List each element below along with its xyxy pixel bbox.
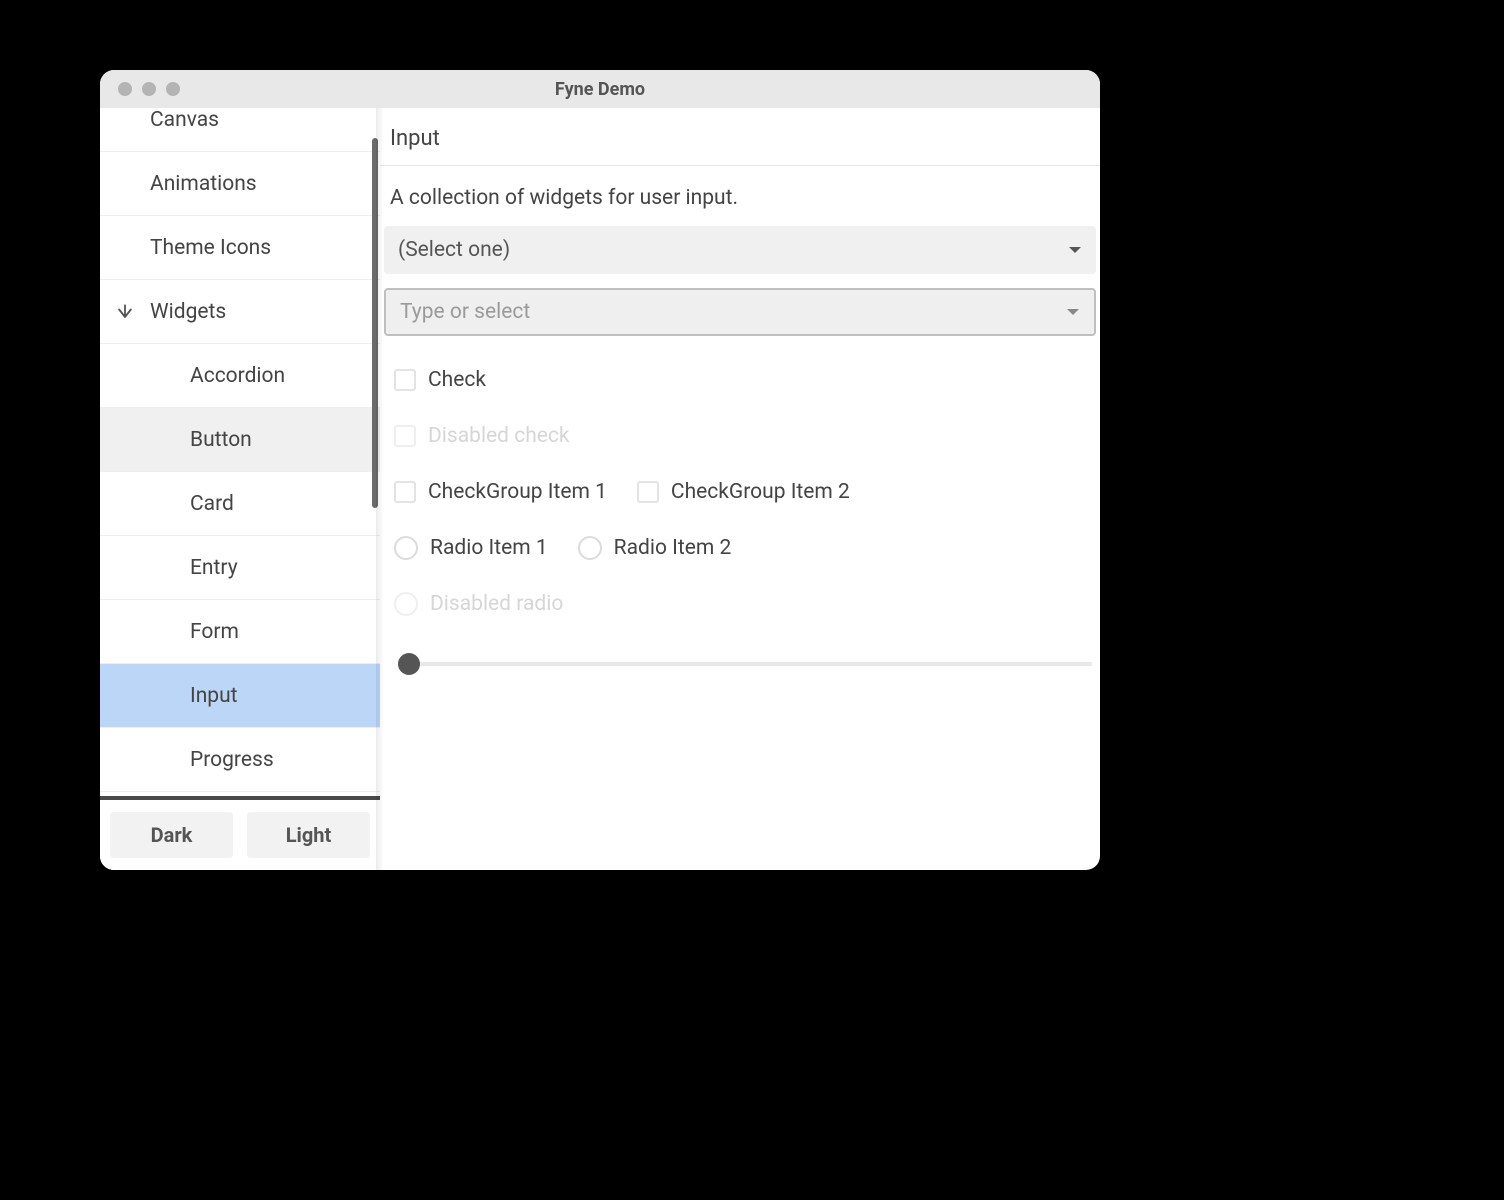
check-label: Check	[428, 368, 486, 392]
sidebar-item-label: Button	[190, 428, 252, 452]
main-panel: Input A collection of widgets for user i…	[380, 108, 1100, 870]
titlebar[interactable]: Fyne Demo	[100, 70, 1100, 108]
window-title: Fyne Demo	[100, 79, 1100, 100]
sidebar-item-label: Canvas	[150, 108, 219, 132]
checkgroup-row: CheckGroup Item 1 CheckGroup Item 2	[394, 480, 1096, 504]
sidebar-item-label: Card	[190, 492, 234, 516]
close-icon[interactable]	[118, 82, 132, 96]
sidebar-item-label: Entry	[190, 556, 238, 580]
radio-icon[interactable]	[394, 536, 418, 560]
radio-icon	[394, 592, 418, 616]
radio-label: Radio Item 2	[614, 536, 732, 560]
combo-placeholder: Type or select	[400, 300, 530, 324]
radio-icon[interactable]	[578, 536, 602, 560]
slider-track[interactable]	[398, 662, 1092, 666]
slider-thumb[interactable]	[398, 653, 420, 675]
dark-theme-button[interactable]: Dark	[110, 812, 233, 858]
theme-buttons: Dark Light	[100, 800, 380, 870]
check-row: Check	[394, 368, 1096, 392]
caret-down-icon[interactable]	[1066, 307, 1080, 317]
sidebar-item-label: Input	[190, 684, 238, 708]
radio-item-2[interactable]: Radio Item 2	[578, 536, 732, 560]
sidebar-item-label: Theme Icons	[150, 236, 271, 260]
radio-label: Radio Item 1	[430, 536, 548, 560]
checkbox-icon[interactable]	[394, 369, 416, 391]
sidebar-item-form[interactable]: Form	[100, 600, 380, 664]
disabled-check-row: Disabled check	[394, 424, 1096, 448]
sidebar-item-label: Widgets	[150, 300, 226, 324]
sidebar-list: Canvas Animations Theme Icons Widgets	[100, 108, 380, 792]
check-item[interactable]: Check	[394, 368, 486, 392]
window-body: Canvas Animations Theme Icons Widgets	[100, 108, 1100, 870]
sidebar-item-accordion[interactable]: Accordion	[100, 344, 380, 408]
main-header: Input	[380, 108, 1100, 166]
traffic-lights	[100, 82, 180, 96]
sidebar-scroll[interactable]: Canvas Animations Theme Icons Widgets	[100, 108, 380, 796]
sidebar-item-animations[interactable]: Animations	[100, 152, 380, 216]
disabled-radio-item: Disabled radio	[394, 592, 563, 616]
maximize-icon[interactable]	[166, 82, 180, 96]
button-label: Dark	[151, 823, 193, 847]
checkbox-icon[interactable]	[394, 481, 416, 503]
page-description: A collection of widgets for user input.	[380, 166, 1100, 226]
caret-down-icon	[1068, 245, 1082, 255]
sidebar-item-label: Animations	[150, 172, 257, 196]
sidebar-item-progress[interactable]: Progress	[100, 728, 380, 792]
sidebar-item-button[interactable]: Button	[100, 408, 380, 472]
checkbox-icon	[394, 425, 416, 447]
panel-separator	[376, 108, 384, 870]
page-title: Input	[390, 126, 1090, 151]
sidebar-item-input[interactable]: Input	[100, 664, 380, 728]
select-entry-combo[interactable]: Type or select	[384, 288, 1096, 336]
sidebar-item-widgets[interactable]: Widgets	[100, 280, 380, 344]
checkbox-icon[interactable]	[637, 481, 659, 503]
button-label: Light	[286, 823, 332, 847]
check-label: CheckGroup Item 1	[428, 480, 607, 504]
sidebar-item-label: Form	[190, 620, 239, 644]
light-theme-button[interactable]: Light	[247, 812, 370, 858]
checkgroup-item-2[interactable]: CheckGroup Item 2	[637, 480, 850, 504]
radio-row: Radio Item 1 Radio Item 2	[394, 536, 1096, 560]
sidebar-item-label: Accordion	[190, 364, 285, 388]
disabled-check-item: Disabled check	[394, 424, 570, 448]
select-dropdown[interactable]: (Select one)	[384, 226, 1096, 274]
select-placeholder: (Select one)	[398, 238, 510, 262]
radio-label: Disabled radio	[430, 592, 563, 616]
disabled-radio-row: Disabled radio	[394, 592, 1096, 616]
radio-item-1[interactable]: Radio Item 1	[394, 536, 548, 560]
sidebar-item-label: Progress	[190, 748, 274, 772]
slider[interactable]	[398, 652, 1092, 676]
sidebar-item-entry[interactable]: Entry	[100, 536, 380, 600]
app-window: Fyne Demo Canvas Animations Theme Icons	[100, 70, 1100, 870]
sidebar: Canvas Animations Theme Icons Widgets	[100, 108, 380, 870]
input-controls: Check Disabled check CheckGroup Item 1	[380, 350, 1100, 676]
chevron-down-icon[interactable]	[114, 301, 136, 323]
check-label: Disabled check	[428, 424, 570, 448]
sidebar-item-canvas[interactable]: Canvas	[100, 108, 380, 152]
checkgroup-item-1[interactable]: CheckGroup Item 1	[394, 480, 607, 504]
sidebar-item-theme-icons[interactable]: Theme Icons	[100, 216, 380, 280]
minimize-icon[interactable]	[142, 82, 156, 96]
sidebar-item-card[interactable]: Card	[100, 472, 380, 536]
check-label: CheckGroup Item 2	[671, 480, 850, 504]
